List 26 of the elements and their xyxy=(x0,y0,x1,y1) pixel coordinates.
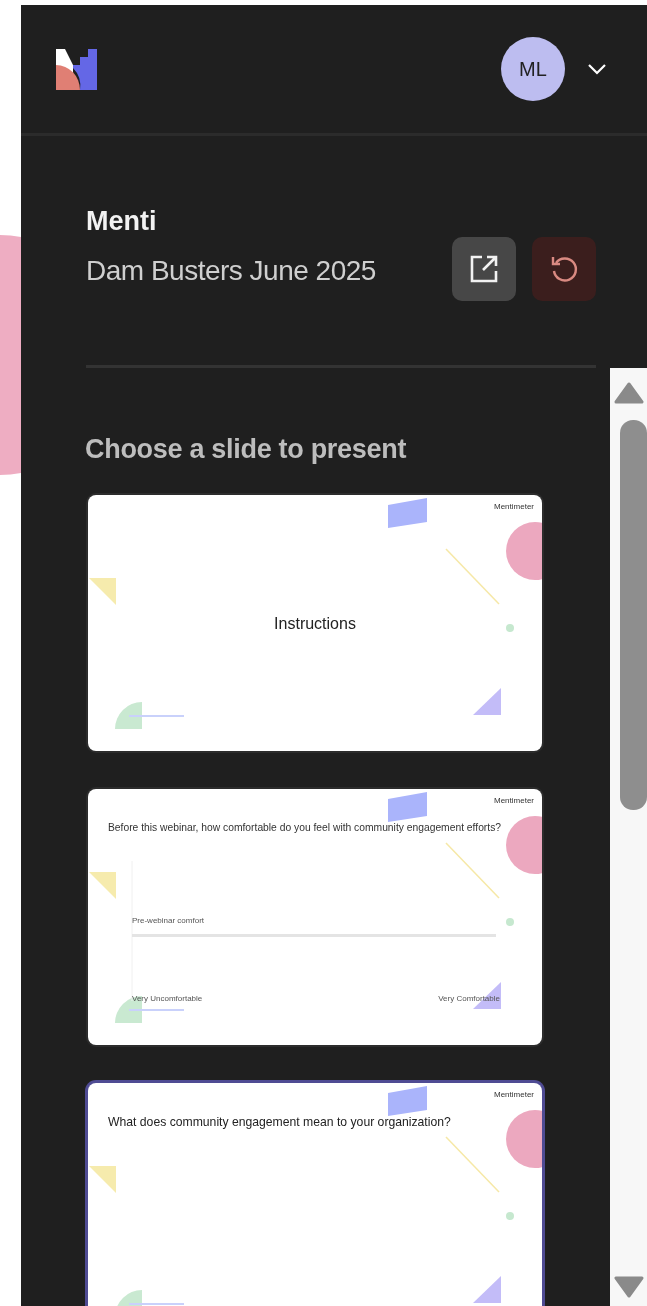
brand-label: Mentimeter xyxy=(494,796,534,805)
scale-min-label: Very Uncomfortable xyxy=(132,994,203,1003)
avatar[interactable]: ML xyxy=(501,37,565,101)
scrollbar[interactable] xyxy=(610,368,647,1306)
slide-thumbnail[interactable]: Mentimeter Instructions xyxy=(88,495,542,751)
chevron-down-icon[interactable] xyxy=(587,63,607,75)
scroll-down-icon[interactable] xyxy=(613,1276,644,1298)
section-heading: Choose a slide to present xyxy=(85,434,408,465)
reset-button[interactable] xyxy=(532,237,596,301)
slide-thumbnail[interactable]: Mentimeter Before this webinar, how comfortable do you feel with community engagement efforts? Pre-webinar comfort Very Uncomfortable Very Comfortable xyxy=(88,789,542,1045)
presentation-title: Dam Busters June 2025 xyxy=(86,255,377,287)
workspace-name: Menti xyxy=(86,206,158,237)
scale-max-label: Very Comfortable xyxy=(438,994,500,1003)
slide-question: What does community engagement mean to your organization? xyxy=(108,1115,451,1129)
app-logo[interactable] xyxy=(56,48,97,90)
slide-question: Before this webinar, how comfortable do you feel with community engagement efforts? xyxy=(108,822,502,833)
brand-label: Mentimeter xyxy=(494,1090,534,1099)
open-external-button[interactable] xyxy=(452,237,516,301)
brand-label: Mentimeter xyxy=(494,502,534,511)
scroll-up-icon[interactable] xyxy=(613,382,644,404)
slide-thumbnail[interactable]: Mentimeter What does community engagement mean to your organization? xyxy=(88,1083,542,1306)
statement-label: Pre-webinar comfort xyxy=(132,916,205,925)
scroll-thumb[interactable] xyxy=(620,420,647,810)
reset-icon xyxy=(549,254,579,284)
external-link-icon xyxy=(469,254,499,284)
slide-title: Instructions xyxy=(274,615,356,632)
